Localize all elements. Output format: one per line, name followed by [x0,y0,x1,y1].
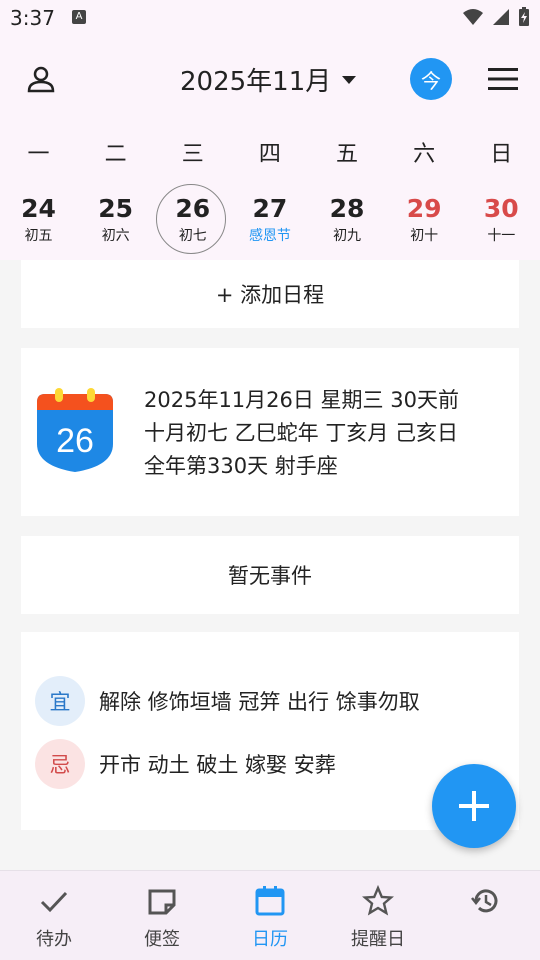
date-number: 29 [406,194,442,223]
status-bar: 3:37 A [0,0,540,36]
avoid-text: 开市 动土 破土 嫁娶 安葬 [99,753,336,777]
bottom-navigation: 待办 便签 日历 提醒日 [0,870,540,960]
no-event-card: 暂无事件 [21,536,519,614]
star-icon [362,885,394,916]
status-icons [462,7,530,27]
lunar-date: 十一 [487,228,516,244]
note-icon [148,889,176,915]
add-fab-button[interactable] [432,764,516,848]
festival-label: 感恩节 [248,228,291,244]
weekday-label: 四 [258,142,281,167]
date-cell-selected[interactable]: 26 初七 [154,184,231,256]
battery-icon [519,7,529,26]
weekday-label: 五 [336,142,359,167]
date-line-gregorian: 2025年11月26日 星期三 30天前 [144,388,459,412]
nav-reminder[interactable]: 提醒日 [324,871,432,960]
lunar-date: 初五 [24,228,53,244]
notification-icon: A [72,10,86,24]
nav-calendar[interactable]: 日历 [216,871,324,960]
month-title: 2025年11月 [180,67,332,97]
date-details: 2025年11月26日 星期三 30天前 十月初七 乙巳蛇年 丁亥月 己亥日 全… [144,384,459,483]
nav-label: 待办 [36,929,72,950]
plus-icon [459,791,489,821]
menu-icon[interactable] [488,68,518,90]
check-icon [40,891,68,913]
calendar-icon [255,886,285,916]
calendar-header: 2025年11月 今 一 二 三 四 五 六 日 24 初五 25 初六 26 … [0,36,540,260]
date-number: 26 [175,194,211,223]
date-cell[interactable]: 27 感恩节 [231,184,308,256]
date-cell[interactable]: 28 初九 [309,184,386,256]
signal-icon [493,9,509,25]
date-cell[interactable]: 25 初六 [77,184,154,256]
history-icon [471,889,498,913]
app-screen: 3:37 A 2025年11月 今 一 二 三 四 五 六 日 24 初五 25… [0,0,540,960]
weekday-label: 二 [104,142,127,167]
today-button[interactable]: 今 [410,58,452,100]
lunar-date: 初九 [333,228,362,244]
date-cell[interactable]: 24 初五 [0,184,77,256]
calendar-day-icon: 26 [37,388,113,472]
date-number: 25 [98,194,134,223]
weekday-label: 六 [413,142,436,167]
date-number: 27 [252,194,288,223]
date-number: 28 [329,194,365,223]
date-line-yearday: 全年第330天 射手座 [144,454,338,478]
nav-notes[interactable]: 便签 [108,871,216,960]
date-number: 24 [21,194,56,223]
weekday-label: 日 [490,142,513,167]
month-selector[interactable]: 2025年11月 [180,61,357,98]
lunar-date: 初七 [178,228,207,244]
date-info-card: 26 2025年11月26日 星期三 30天前 十月初七 乙巳蛇年 丁亥月 己亥… [21,348,519,516]
status-time: 3:37 [10,6,55,30]
dropdown-arrow-icon [342,75,357,84]
suitable-text: 解除 修饰垣墙 冠笄 出行 馀事勿取 [99,690,420,714]
nav-todo[interactable]: 待办 [0,871,108,960]
avoid-row: 忌 开市 动土 破土 嫁娶 安葬 [35,739,336,789]
nav-history[interactable] [432,871,540,960]
weekday-label: 一 [27,142,50,167]
lunar-date: 初十 [410,228,439,244]
add-schedule-button[interactable]: + 添加日程 [21,260,519,328]
user-icon[interactable] [26,64,56,94]
weekday-label: 三 [181,142,204,167]
date-cell[interactable]: 30 十一 [463,184,540,256]
wifi-icon [463,9,483,25]
date-line-lunar: 十月初七 乙巳蛇年 丁亥月 己亥日 [144,421,459,445]
avoid-badge: 忌 [35,739,85,789]
nav-label: 便签 [144,929,180,950]
date-number: 30 [483,194,519,223]
nav-label: 日历 [252,929,288,950]
weekday-row: 一 二 三 四 五 六 日 [0,136,540,168]
suitable-badge: 宜 [35,676,85,726]
nav-label: 提醒日 [351,929,405,950]
week-dates-row: 24 初五 25 初六 26 初七 27 感恩节 28 初九 29 初十 30 … [0,184,540,256]
date-cell[interactable]: 29 初十 [386,184,463,256]
calendar-icon-day: 26 [56,422,94,460]
suitable-row: 宜 解除 修饰垣墙 冠笄 出行 馀事勿取 [35,676,420,726]
lunar-date: 初六 [101,228,130,244]
